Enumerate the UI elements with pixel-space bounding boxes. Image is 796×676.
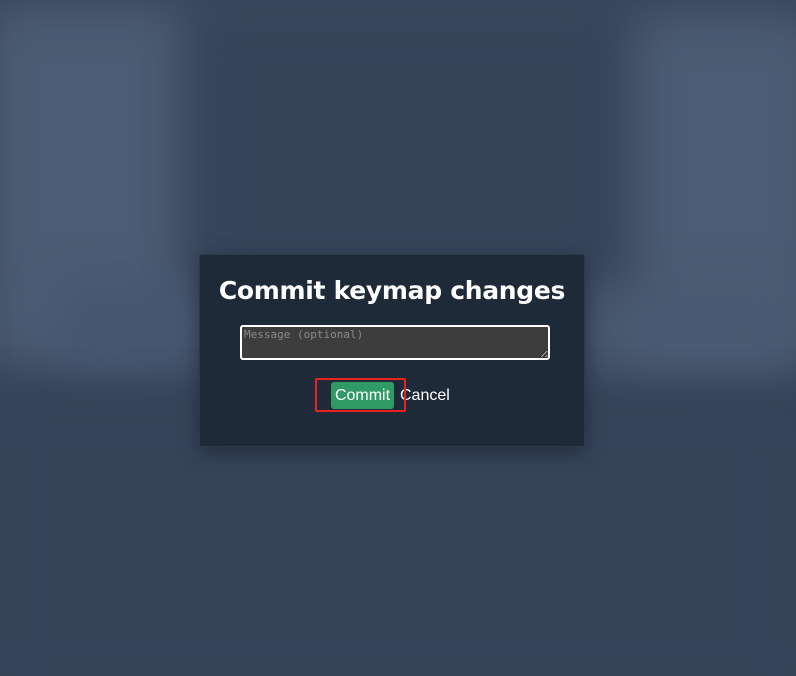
background-panel [60, 285, 220, 365]
commit-message-input[interactable] [240, 325, 550, 360]
cancel-button[interactable]: Cancel [400, 382, 450, 409]
dialog-actions: Commit Cancel [200, 381, 584, 411]
commit-dialog: Commit keymap changes Commit Cancel [199, 254, 585, 447]
dialog-title: Commit keymap changes [218, 276, 566, 305]
commit-button[interactable]: Commit [331, 382, 394, 409]
background-panel [195, 10, 625, 280]
background-panel [590, 290, 790, 370]
